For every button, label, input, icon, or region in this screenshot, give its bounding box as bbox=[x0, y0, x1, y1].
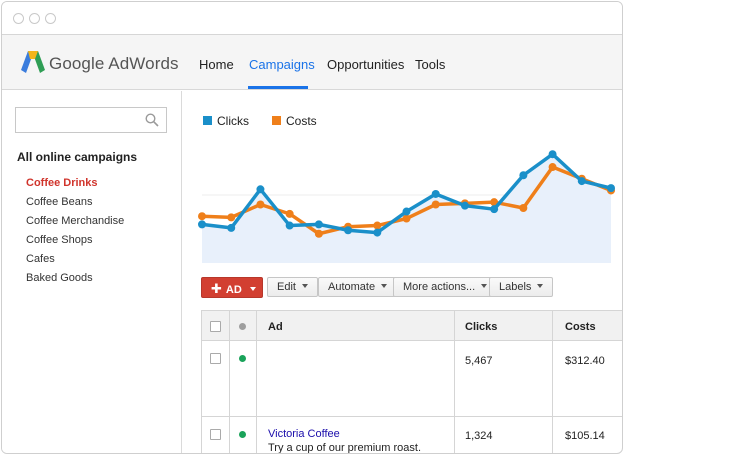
nav-home[interactable]: Home bbox=[199, 57, 234, 72]
costs-data-point[interactable] bbox=[373, 221, 382, 230]
nav-opportunities[interactable]: Opportunities bbox=[327, 57, 404, 72]
clicks-data-point[interactable] bbox=[198, 220, 206, 229]
brand-name: Google AdWords bbox=[49, 54, 179, 73]
costs-data-point[interactable] bbox=[198, 212, 206, 221]
costs-data-point[interactable] bbox=[402, 214, 411, 223]
chevron-down-icon bbox=[381, 284, 388, 288]
select-all-checkbox[interactable] bbox=[210, 321, 221, 332]
sidebar-item-baked-goods[interactable]: Baked Goods bbox=[26, 272, 93, 284]
adwords-logo-icon bbox=[21, 51, 45, 73]
app-header: Google AdWords Home Campaigns Opportunit… bbox=[2, 35, 622, 90]
window-minimize-button[interactable] bbox=[29, 13, 40, 24]
column-header-costs[interactable]: Costs bbox=[565, 321, 596, 333]
sidebar-item-coffee-drinks[interactable]: Coffee Drinks bbox=[26, 177, 98, 189]
costs-data-point[interactable] bbox=[285, 209, 294, 218]
clicks-data-point[interactable] bbox=[256, 185, 265, 194]
row-status-dot bbox=[239, 431, 246, 438]
clicks-data-point[interactable] bbox=[607, 184, 615, 193]
status-header-dot bbox=[239, 323, 246, 330]
clicks-data-point[interactable] bbox=[314, 220, 323, 229]
more-actions-dropdown[interactable]: More actions... bbox=[393, 277, 498, 297]
main-content: Clicks Costs ✚ AD Edit Automate More acti… bbox=[183, 91, 622, 454]
automate-label: Automate bbox=[328, 281, 376, 293]
ad-description: Try a cup of our premium roast. bbox=[268, 442, 422, 454]
automate-dropdown[interactable]: Automate bbox=[318, 277, 398, 297]
all-campaigns-heading[interactable]: All online campaigns bbox=[17, 150, 137, 164]
clicks-data-point[interactable] bbox=[373, 228, 382, 237]
row-status-dot bbox=[239, 355, 246, 362]
nav-campaigns[interactable]: Campaigns bbox=[249, 57, 315, 72]
active-nav-indicator bbox=[248, 86, 308, 89]
edit-dropdown[interactable]: Edit bbox=[267, 277, 318, 297]
chevron-down-icon bbox=[481, 284, 488, 288]
edit-label: Edit bbox=[277, 281, 296, 293]
costs-data-point[interactable] bbox=[548, 163, 557, 172]
column-divider bbox=[552, 311, 553, 453]
chevron-down-icon bbox=[301, 284, 308, 288]
labels-label: Labels bbox=[499, 281, 532, 293]
column-divider bbox=[256, 311, 257, 453]
column-header-ad[interactable]: Ad bbox=[268, 321, 283, 333]
costs-data-point[interactable] bbox=[227, 213, 236, 222]
add-ad-button[interactable]: ✚ AD bbox=[201, 277, 263, 298]
costs-data-point[interactable] bbox=[519, 204, 528, 213]
column-header-clicks[interactable]: Clicks bbox=[465, 321, 497, 333]
chevron-down-icon bbox=[249, 287, 256, 291]
clicks-data-point[interactable] bbox=[577, 177, 586, 186]
column-divider bbox=[229, 311, 230, 453]
table-header bbox=[202, 311, 622, 341]
window-maximize-button[interactable] bbox=[45, 13, 56, 24]
sidebar-item-coffee-beans[interactable]: Coffee Beans bbox=[26, 196, 92, 208]
clicks-data-point[interactable] bbox=[490, 205, 499, 214]
add-ad-label: AD bbox=[225, 284, 242, 296]
clicks-data-point[interactable] bbox=[227, 223, 236, 232]
sidebar-item-coffee-shops[interactable]: Coffee Shops bbox=[26, 234, 92, 246]
costs-data-point[interactable] bbox=[431, 200, 440, 209]
nav-tools[interactable]: Tools bbox=[415, 57, 445, 72]
campaign-search-input[interactable] bbox=[15, 107, 167, 133]
clicks-data-point[interactable] bbox=[431, 189, 440, 198]
window-close-button[interactable] bbox=[13, 13, 24, 24]
search-icon[interactable] bbox=[145, 113, 159, 127]
ads-table: Ad Clicks Costs 5,467 $312.40 Victoria C… bbox=[201, 310, 622, 454]
row-checkbox[interactable] bbox=[210, 429, 221, 440]
row-checkbox[interactable] bbox=[210, 353, 221, 364]
row-divider bbox=[202, 416, 622, 417]
chevron-down-icon bbox=[537, 284, 544, 288]
clicks-data-point[interactable] bbox=[344, 226, 353, 235]
sidebar-item-coffee-merchandise[interactable]: Coffee Merchandise bbox=[26, 215, 124, 227]
row-clicks: 1,324 bbox=[465, 430, 493, 442]
clicks-data-point[interactable] bbox=[460, 201, 469, 210]
column-divider bbox=[454, 311, 455, 453]
labels-dropdown[interactable]: Labels bbox=[489, 277, 554, 297]
plus-icon: ✚ bbox=[211, 281, 222, 296]
row-costs: $312.40 bbox=[565, 355, 605, 367]
clicks-data-point[interactable] bbox=[285, 221, 294, 230]
ad-title[interactable]: Victoria Coffee bbox=[268, 428, 340, 440]
costs-data-point[interactable] bbox=[314, 229, 323, 238]
more-actions-label: More actions... bbox=[403, 281, 476, 293]
browser-window: Google AdWords Home Campaigns Opportunit… bbox=[1, 1, 623, 454]
campaign-sidebar: All online campaigns Coffee Drinks Coffe… bbox=[2, 91, 182, 453]
clicks-data-point[interactable] bbox=[548, 150, 557, 159]
window-titlebar bbox=[2, 2, 622, 35]
sidebar-item-cafes[interactable]: Cafes bbox=[26, 253, 55, 265]
row-clicks: 5,467 bbox=[465, 355, 493, 367]
costs-data-point[interactable] bbox=[256, 200, 265, 209]
clicks-data-point[interactable] bbox=[402, 207, 411, 216]
clicks-data-point[interactable] bbox=[519, 171, 528, 180]
performance-chart bbox=[198, 150, 615, 263]
row-costs: $105.14 bbox=[565, 430, 605, 442]
